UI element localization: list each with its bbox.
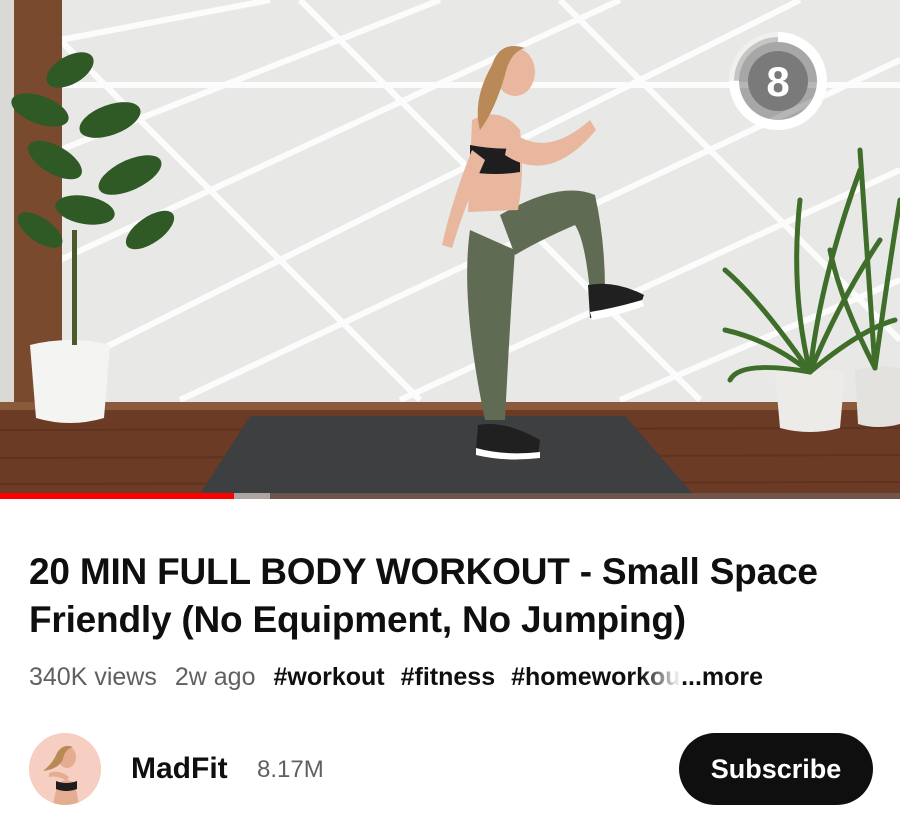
truncation-fade [641, 660, 682, 694]
video-progress-bar[interactable] [0, 493, 900, 499]
hashtag-homeworkout-wrap: #homeworkout [511, 660, 682, 694]
avatar-image [29, 733, 101, 805]
view-count: 340K views [29, 663, 157, 691]
video-title[interactable]: 20 MIN FULL BODY WORKOUT - Small Space F… [29, 548, 879, 644]
video-player[interactable]: 8 [0, 0, 900, 499]
progress-fill [0, 493, 234, 499]
channel-avatar[interactable] [29, 733, 101, 805]
channel-name[interactable]: MadFit [131, 751, 228, 787]
countdown-timer: 8 [720, 28, 836, 134]
subscribe-button[interactable]: Subscribe [679, 733, 873, 805]
buffer-bar [234, 493, 270, 499]
channel-row: MadFit 8.17M Subscribe [29, 732, 874, 806]
upload-age: 2w ago [174, 663, 256, 691]
more-link[interactable]: ...more [681, 660, 763, 694]
subscriber-count: 8.17M [257, 756, 324, 783]
hashtag-fitness[interactable]: #fitness [401, 660, 495, 694]
hashtag-workout[interactable]: #workout [273, 660, 384, 694]
video-meta-row[interactable]: 340K views 2w ago #workout #fitness #hom… [29, 660, 869, 694]
timer-value: 8 [766, 58, 790, 105]
